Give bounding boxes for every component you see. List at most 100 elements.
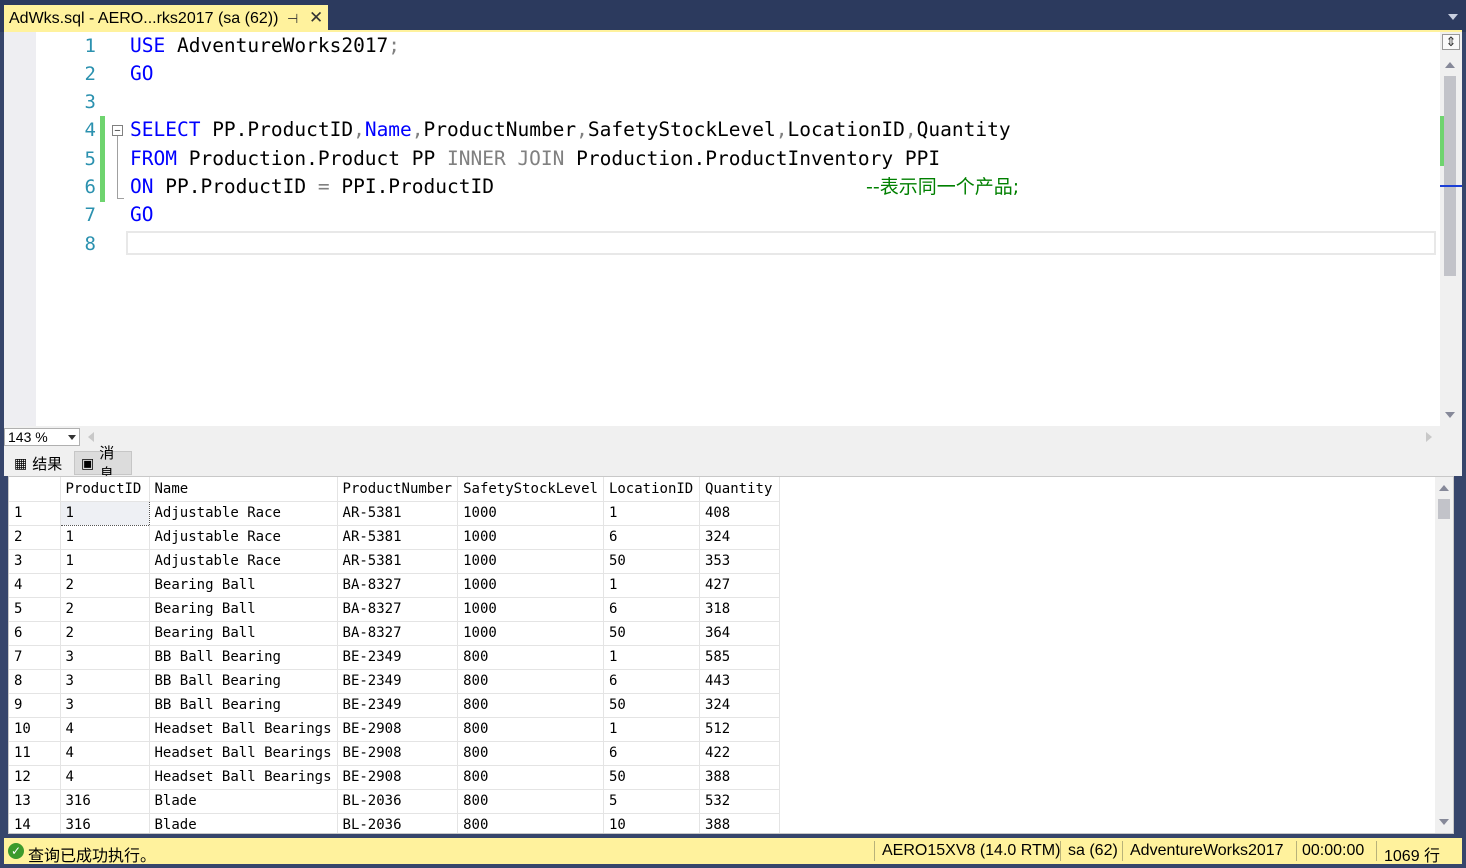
zoom-select[interactable]: 143 % (4, 428, 80, 446)
table-cell[interactable]: 50 (603, 765, 700, 790)
table-cell[interactable]: 800 (457, 717, 604, 742)
row-number[interactable]: 3 (9, 549, 61, 574)
grid-vertical-scrollbar[interactable] (1435, 477, 1453, 833)
table-cell[interactable]: 388 (699, 813, 780, 833)
table-row[interactable]: 12 4 Headset Ball Bearings BE-2908 800 50 388 (9, 765, 780, 790)
scroll-up-icon[interactable] (1445, 62, 1455, 68)
table-cell[interactable]: 10 (603, 813, 700, 833)
table-row[interactable]: 5 2 Bearing Ball BA-8327 1000 6 318 (9, 597, 780, 622)
table-cell[interactable]: BA-8327 (337, 597, 459, 622)
split-icon[interactable]: ⇕ (1442, 34, 1460, 50)
collapse-icon[interactable]: − (112, 125, 123, 137)
table-cell[interactable]: 1 (59, 500, 150, 526)
results-grid[interactable]: ProductID Name ProductNumber SafetyStockLev… (8, 476, 1454, 834)
table-cell[interactable]: 3 (60, 645, 150, 670)
table-row[interactable]: 4 2 Bearing Ball BA-8327 1000 1 427 (9, 573, 780, 598)
editor-vertical-scrollbar[interactable]: ⇕ (1440, 32, 1462, 426)
column-header[interactable]: SafetyStockLevel (457, 477, 604, 502)
tab-dropdown-icon[interactable] (1448, 14, 1458, 20)
scroll-down-icon[interactable] (1439, 819, 1449, 825)
tab-results[interactable]: ▦ 结果 (8, 451, 74, 475)
table-cell[interactable]: 50 (603, 549, 700, 574)
row-number[interactable]: 11 (9, 741, 61, 766)
row-number[interactable]: 1 (9, 501, 61, 526)
table-cell[interactable]: 1000 (457, 525, 604, 550)
table-cell[interactable]: 2 (60, 573, 150, 598)
table-cell[interactable]: BE-2349 (337, 645, 459, 670)
table-cell[interactable]: BA-8327 (337, 621, 459, 646)
column-header[interactable]: Quantity (699, 477, 780, 502)
pin-icon[interactable]: ⊣ (287, 11, 298, 27)
row-number[interactable]: 9 (9, 693, 61, 718)
table-cell[interactable]: 1 (60, 549, 150, 574)
table-cell[interactable]: Blade (149, 813, 338, 833)
table-cell[interactable]: Adjustable Race (149, 525, 338, 550)
table-cell[interactable]: 6 (603, 669, 700, 694)
scroll-right-icon[interactable] (1426, 432, 1432, 442)
column-header[interactable]: Name (149, 477, 338, 502)
table-cell[interactable]: 6 (603, 525, 700, 550)
current-line-highlight[interactable] (126, 231, 1436, 255)
table-cell[interactable]: 50 (603, 621, 700, 646)
scroll-up-icon[interactable] (1439, 485, 1449, 491)
table-cell[interactable]: 324 (699, 693, 780, 718)
table-cell[interactable]: 50 (603, 693, 700, 718)
column-header[interactable]: LocationID (603, 477, 700, 502)
table-cell[interactable]: BL-2036 (337, 813, 459, 833)
table-cell[interactable]: Blade (149, 789, 338, 814)
scroll-down-icon[interactable] (1445, 412, 1455, 418)
table-cell[interactable]: 1000 (457, 549, 604, 574)
table-cell[interactable]: BB Ball Bearing (149, 669, 338, 694)
scroll-thumb[interactable] (1444, 76, 1456, 276)
table-cell[interactable]: AR-5381 (337, 525, 459, 550)
table-cell[interactable]: 3 (60, 669, 150, 694)
table-cell[interactable]: 316 (60, 813, 150, 833)
row-number[interactable]: 5 (9, 597, 61, 622)
table-cell[interactable]: 2 (60, 597, 150, 622)
table-cell[interactable]: 364 (699, 621, 780, 646)
table-row[interactable]: 14 316 Blade BL-2036 800 10 388 (9, 813, 780, 833)
table-cell[interactable]: BA-8327 (337, 573, 459, 598)
table-row[interactable]: 11 4 Headset Ball Bearings BE-2908 800 6 422 (9, 741, 780, 766)
table-cell[interactable]: 800 (457, 669, 604, 694)
table-cell[interactable]: 2 (60, 621, 150, 646)
table-cell[interactable]: 4 (60, 741, 150, 766)
table-cell[interactable]: AR-5381 (337, 501, 459, 526)
table-cell[interactable]: 585 (699, 645, 780, 670)
table-cell[interactable]: AR-5381 (337, 549, 459, 574)
scroll-left-icon[interactable] (88, 432, 94, 442)
row-number[interactable]: 13 (9, 789, 61, 814)
table-cell[interactable]: BL-2036 (337, 789, 459, 814)
table-cell[interactable]: 408 (699, 501, 780, 526)
column-header[interactable]: ProductNumber (337, 477, 459, 502)
table-cell[interactable]: 427 (699, 573, 780, 598)
table-cell[interactable]: 1000 (457, 573, 604, 598)
table-cell[interactable]: 4 (60, 765, 150, 790)
table-row[interactable]: 7 3 BB Ball Bearing BE-2349 800 1 585 (9, 645, 780, 670)
table-cell[interactable]: 1000 (457, 501, 604, 526)
table-cell[interactable]: Bearing Ball (149, 621, 338, 646)
document-tab[interactable]: AdWks.sql - AERO...rks2017 (sa (62)) ⊣ ✕ (4, 5, 328, 32)
row-number[interactable]: 8 (9, 669, 61, 694)
column-header[interactable]: ProductID (60, 477, 150, 502)
row-number[interactable]: 12 (9, 765, 61, 790)
table-cell[interactable]: 1 (603, 573, 700, 598)
table-row[interactable]: 10 4 Headset Ball Bearings BE-2908 800 1 512 (9, 717, 780, 742)
table-cell[interactable]: 1 (603, 501, 700, 526)
scroll-thumb[interactable] (1438, 499, 1450, 519)
row-number[interactable]: 10 (9, 717, 61, 742)
table-cell[interactable]: BE-2349 (337, 693, 459, 718)
table-cell[interactable]: 1000 (457, 597, 604, 622)
query-editor[interactable]: 1 2 3 4 5 6 7 8 − USE AdventureWorks2017… (4, 32, 1462, 426)
table-cell[interactable]: Bearing Ball (149, 597, 338, 622)
table-cell[interactable]: 1 (603, 717, 700, 742)
table-row[interactable]: 2 1 Adjustable Race AR-5381 1000 6 324 (9, 525, 780, 550)
row-number[interactable]: 4 (9, 573, 61, 598)
table-cell[interactable]: 422 (699, 741, 780, 766)
table-cell[interactable]: 1 (60, 525, 150, 550)
table-cell[interactable]: Bearing Ball (149, 573, 338, 598)
table-cell[interactable]: Headset Ball Bearings (149, 765, 338, 790)
row-number[interactable]: 14 (9, 813, 61, 833)
table-row[interactable]: 13 316 Blade BL-2036 800 5 532 (9, 789, 780, 814)
table-cell[interactable]: Headset Ball Bearings (149, 717, 338, 742)
